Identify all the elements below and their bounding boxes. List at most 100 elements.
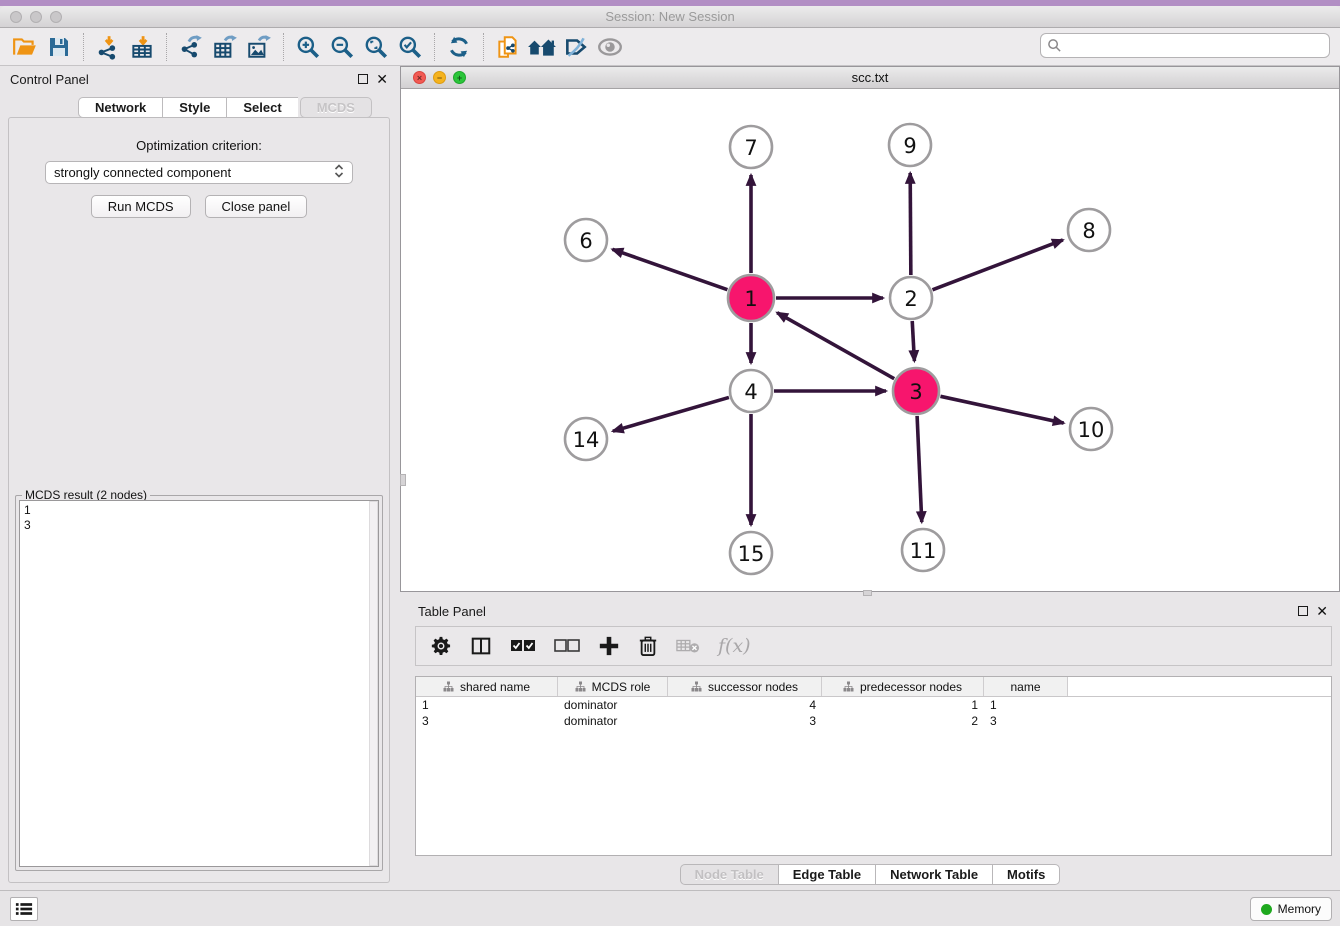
session-title: Session: New Session (0, 9, 1340, 24)
zoom-selected-icon[interactable] (393, 31, 427, 63)
network-window-title: scc.txt (401, 70, 1339, 85)
control-tab-style[interactable]: Style (162, 97, 226, 118)
export-network-icon[interactable] (174, 31, 208, 63)
function-builder-icon[interactable]: f(x) (718, 635, 751, 657)
search-box[interactable] (1040, 33, 1330, 58)
column-header-label: successor nodes (708, 680, 798, 694)
cell-successor-nodes[interactable]: 3 (668, 713, 822, 729)
deselect-all-rows-icon[interactable] (554, 638, 580, 654)
edge-3-1[interactable] (777, 313, 894, 379)
memory-button[interactable]: Memory (1250, 897, 1332, 921)
control-panel-tabs: NetworkStyleSelectMCDS (78, 97, 372, 118)
column-tree-icon (691, 681, 702, 692)
cell-successor-nodes[interactable]: 4 (668, 697, 822, 713)
close-panel-button[interactable]: Close panel (205, 195, 308, 218)
control-tab-select[interactable]: Select (226, 97, 297, 118)
node-label-4: 4 (744, 380, 757, 404)
toggle-panel-columns-icon[interactable] (470, 635, 492, 657)
cell-shared-name[interactable]: 1 (416, 697, 558, 713)
clone-network-icon[interactable] (491, 31, 525, 63)
toolbar-separator (83, 33, 84, 61)
table-tab-network-table[interactable]: Network Table (875, 864, 992, 885)
float-panel-icon[interactable] (358, 74, 368, 84)
column-header-shared-name[interactable]: shared name (416, 677, 558, 696)
column-header-MCDS-role[interactable]: MCDS role (558, 677, 668, 696)
table-panel-title: Table Panel (418, 604, 486, 619)
table-tab-edge-table[interactable]: Edge Table (778, 864, 875, 885)
control-tab-mcds[interactable]: MCDS (300, 97, 372, 118)
control-panel: Control Panel ✕ NetworkStyleSelectMCDS O… (0, 66, 398, 890)
select-all-rows-icon[interactable] (510, 638, 536, 654)
toolbar-separator (283, 33, 284, 61)
zoom-in-icon[interactable] (291, 31, 325, 63)
delete-column-icon[interactable] (638, 635, 658, 657)
mcds-result-group: MCDS result (2 nodes) 1 3 (15, 495, 383, 871)
show-graphics-details-icon[interactable] (593, 31, 627, 63)
table-tab-motifs[interactable]: Motifs (992, 864, 1060, 885)
edge-2-8[interactable] (932, 240, 1062, 290)
zoom-fit-icon[interactable] (359, 31, 393, 63)
import-network-icon[interactable] (91, 31, 125, 63)
table-row[interactable]: 1dominator411 (416, 697, 1331, 713)
table-body: 1dominator4113dominator323 (416, 697, 1331, 729)
horizontal-splitter-handle[interactable] (863, 590, 872, 596)
search-icon (1047, 38, 1062, 53)
mcds-panel: Optimization criterion: strongly connect… (8, 117, 390, 883)
column-header-successor-nodes[interactable]: successor nodes (668, 677, 822, 696)
criterion-select[interactable]: strongly connected component (45, 161, 353, 184)
criterion-value: strongly connected component (54, 165, 231, 180)
export-table-icon[interactable] (208, 31, 242, 63)
column-header-label: shared name (460, 680, 530, 694)
import-table-icon[interactable] (125, 31, 159, 63)
close-panel-icon[interactable]: ✕ (1316, 603, 1328, 620)
vertical-splitter-handle[interactable] (400, 474, 406, 486)
edge-1-6[interactable] (612, 249, 727, 289)
edge-2-9[interactable] (910, 173, 911, 275)
column-header-name[interactable]: name (984, 677, 1068, 696)
column-tree-icon (843, 681, 854, 692)
close-panel-icon[interactable]: ✕ (376, 71, 388, 88)
save-session-icon[interactable] (42, 31, 76, 63)
cell-predecessor-nodes[interactable]: 1 (822, 697, 984, 713)
add-column-icon[interactable] (598, 635, 620, 657)
edge-2-3[interactable] (912, 321, 914, 361)
task-history-button[interactable] (10, 897, 38, 921)
edge-3-11[interactable] (917, 416, 922, 522)
refresh-view-icon[interactable] (442, 31, 476, 63)
result-scrollbar[interactable] (369, 501, 378, 866)
run-mcds-button[interactable]: Run MCDS (91, 195, 191, 218)
search-input[interactable] (1062, 38, 1329, 53)
home-layout-icon[interactable] (525, 31, 559, 63)
table-row[interactable]: 3dominator323 (416, 713, 1331, 729)
mcds-result-text[interactable]: 1 3 (19, 500, 379, 867)
cell-shared-name[interactable]: 3 (416, 713, 558, 729)
column-header-label: MCDS role (592, 680, 651, 694)
delete-table-icon[interactable] (676, 637, 700, 655)
node-label-7: 7 (744, 136, 757, 160)
table-settings-gear-icon[interactable] (430, 635, 452, 657)
hide-labels-icon[interactable] (559, 31, 593, 63)
cell-MCDS-role[interactable]: dominator (558, 713, 668, 729)
cell-predecessor-nodes[interactable]: 2 (822, 713, 984, 729)
node-label-3: 3 (909, 380, 922, 404)
toolbar-separator (434, 33, 435, 61)
cell-MCDS-role[interactable]: dominator (558, 697, 668, 713)
control-tab-network[interactable]: Network (78, 97, 162, 118)
network-window-titlebar[interactable]: × − + scc.txt (401, 67, 1339, 89)
edge-3-10[interactable] (940, 396, 1063, 423)
export-image-icon[interactable] (242, 31, 276, 63)
open-session-icon[interactable] (8, 31, 42, 63)
cell-name[interactable]: 1 (984, 697, 1068, 713)
column-tree-icon (443, 681, 454, 692)
cell-name[interactable]: 3 (984, 713, 1068, 729)
network-canvas[interactable]: 7968124314101511 (401, 89, 1339, 591)
column-header-predecessor-nodes[interactable]: predecessor nodes (822, 677, 984, 696)
node-label-2: 2 (904, 287, 917, 311)
table-tab-node-table[interactable]: Node Table (680, 864, 778, 885)
column-tree-icon (575, 681, 586, 692)
node-label-6: 6 (579, 229, 592, 253)
edge-4-14[interactable] (613, 397, 729, 431)
zoom-out-icon[interactable] (325, 31, 359, 63)
float-panel-icon[interactable] (1298, 606, 1308, 616)
node-table[interactable]: shared name MCDS role successor nodes prede… (415, 676, 1332, 856)
